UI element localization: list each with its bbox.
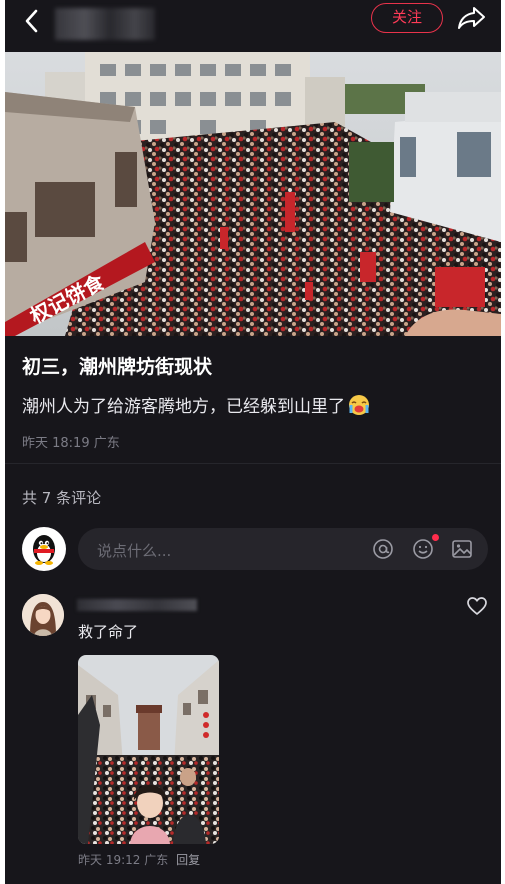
notification-dot	[432, 534, 439, 541]
top-bar: 关注	[5, 0, 501, 52]
smiley-icon[interactable]	[412, 538, 434, 560]
comment-input[interactable]: 说点什么...	[78, 528, 488, 570]
post-title: 初三，潮州牌坊街现状	[22, 356, 213, 378]
comment-time: 昨天 19:12	[78, 853, 141, 867]
commenter-avatar[interactable]	[22, 594, 64, 636]
comment-location: 广东	[144, 853, 169, 867]
follow-button[interactable]: 关注	[371, 3, 443, 33]
post-meta: 昨天 18:19 广东	[22, 432, 120, 451]
crying-face-emoji-icon	[349, 395, 369, 415]
crowd-street-image: 权记饼食	[5, 52, 501, 336]
author-info-blurred[interactable]	[55, 8, 155, 40]
reply-button[interactable]: 回复	[176, 853, 200, 867]
divider	[5, 463, 501, 464]
commenter-name-blurred[interactable]	[77, 599, 197, 611]
heart-icon[interactable]	[466, 596, 488, 616]
comment-crowd-image	[78, 655, 219, 844]
comment-photo[interactable]	[78, 655, 219, 844]
image-icon[interactable]	[451, 538, 473, 560]
current-user-avatar[interactable]	[22, 527, 66, 571]
comment-text: 救了命了	[78, 623, 139, 641]
post-photo[interactable]: 权记饼食	[5, 52, 501, 336]
girl-avatar-icon	[22, 594, 64, 636]
back-icon[interactable]	[19, 8, 45, 34]
at-sign-icon[interactable]	[372, 538, 394, 560]
post-body: 潮州人为了给游客腾地方，已经躲到山里了	[22, 392, 370, 417]
penguin-avatar-icon	[33, 535, 55, 565]
comment-meta: 昨天 19:12 广东 回复	[78, 851, 200, 868]
comment-input-placeholder: 说点什么...	[97, 542, 172, 560]
share-icon[interactable]	[457, 5, 487, 31]
post-time: 昨天 18:19	[22, 436, 90, 451]
comment-count: 共 7 条评论	[22, 489, 102, 507]
post-body-text: 潮州人为了给游客腾地方，已经躲到山里了	[22, 397, 345, 417]
post-location: 广东	[93, 436, 120, 451]
app-screen: 关注 权记饼食 初三，潮州牌坊街现状 潮州人为了给游客腾地方，已经躲到山里了 昨…	[5, 0, 501, 884]
